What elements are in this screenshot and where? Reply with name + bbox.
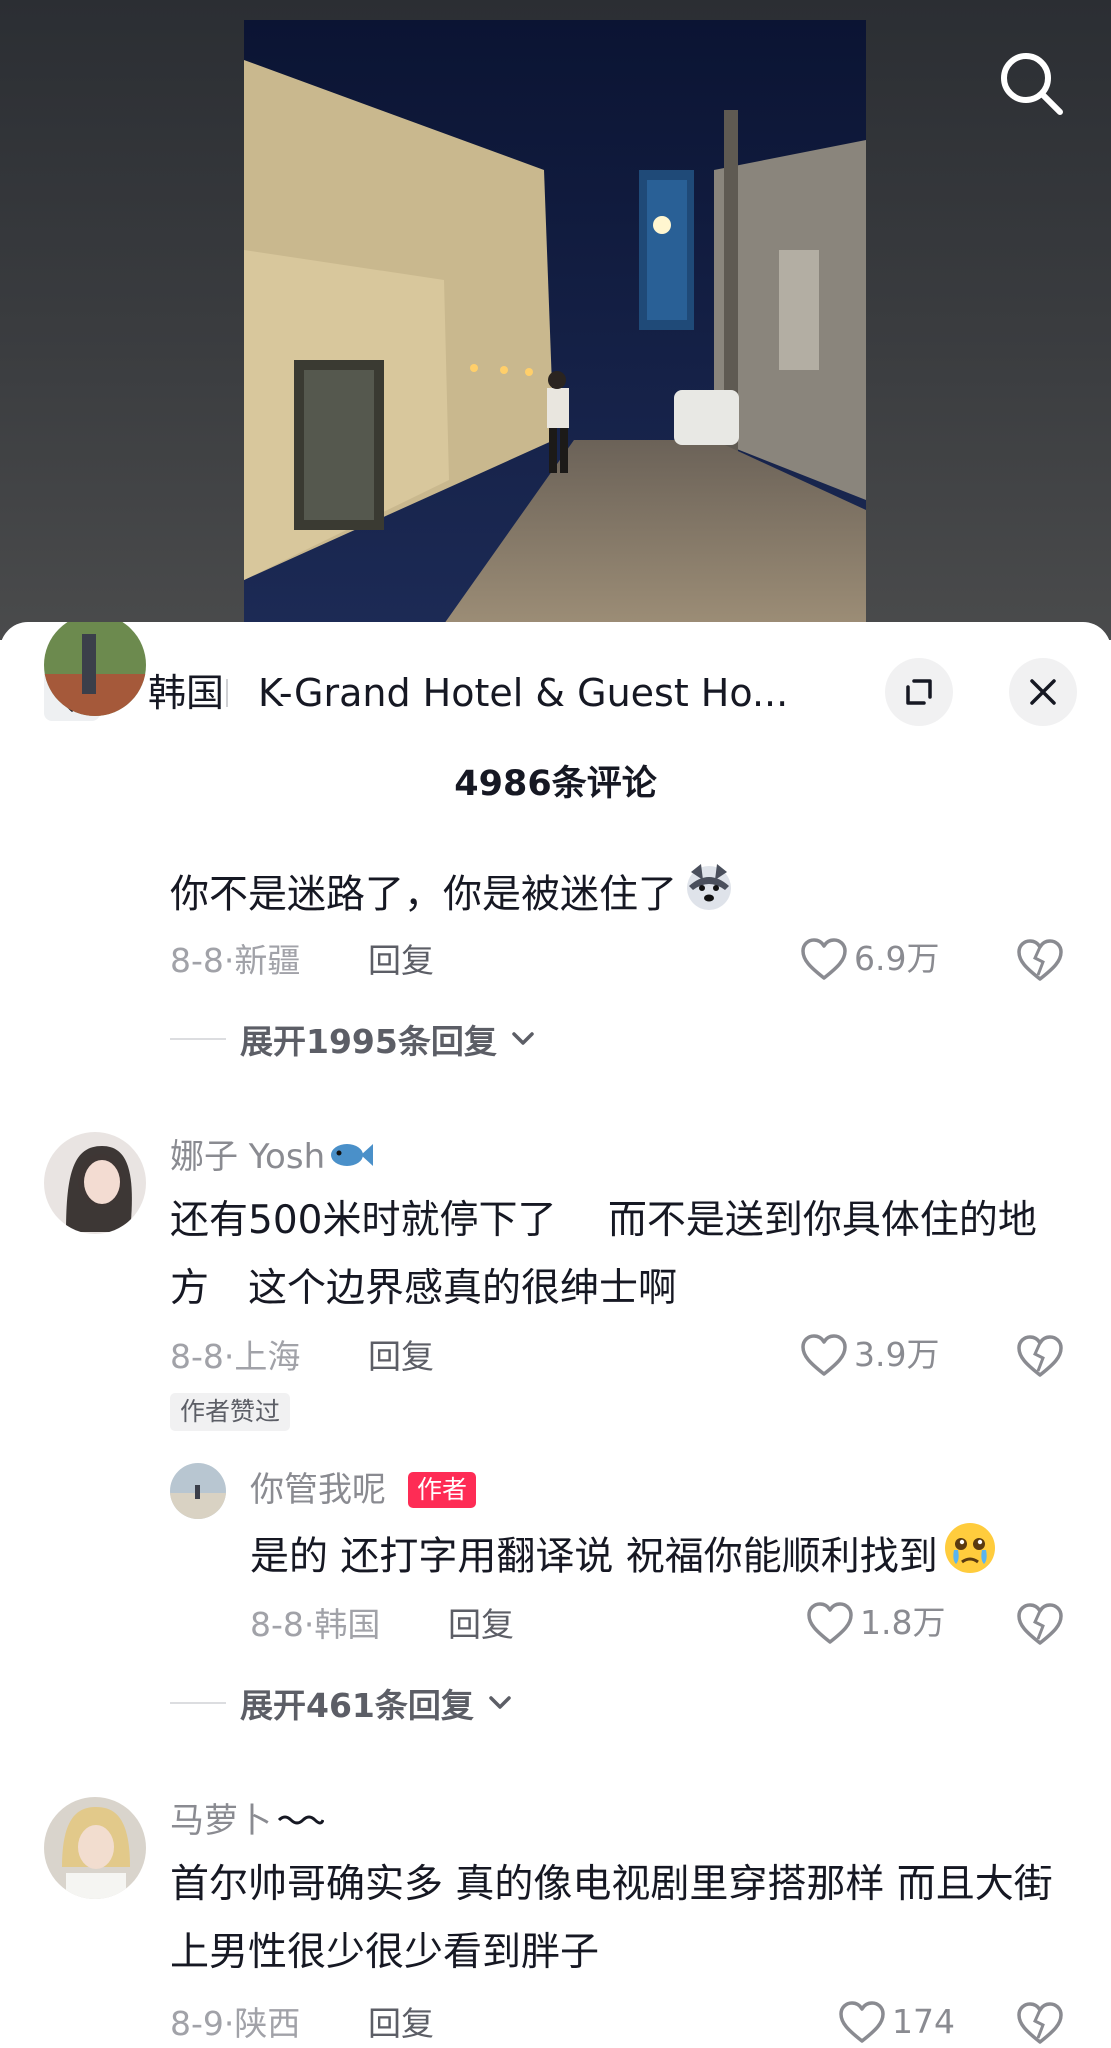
- close-icon: [1030, 679, 1056, 705]
- author-liked-badge: 作者赞过: [170, 1393, 291, 1431]
- reply-username[interactable]: 你管我呢: [250, 1468, 386, 1512]
- like-button[interactable]: 3.9万: [800, 1333, 939, 1377]
- comment-text: 你不是迷路了，你是被迷住了: [170, 858, 1070, 936]
- search-icon: [1001, 53, 1063, 115]
- like-button[interactable]: 1.8万: [806, 1601, 945, 1645]
- avatar[interactable]: [44, 1132, 146, 1234]
- wavy-line-icon: [276, 1801, 325, 1845]
- comment-text: 还有500米时就停下了 而不是送到你具体住的地方 这个边界感真的很绅士啊: [170, 1198, 1037, 1311]
- like-button[interactable]: 174: [838, 2000, 955, 2044]
- expand-replies-button[interactable]: 展开461条回复: [170, 1679, 512, 1727]
- comment-username[interactable]: 马萝卜: [170, 1799, 325, 1845]
- chevron-down-icon: [489, 1696, 511, 1709]
- divider-line: [170, 1038, 226, 1040]
- dislike-button[interactable]: [1016, 1602, 1066, 1652]
- reply-button[interactable]: 回复: [368, 939, 434, 983]
- location-name[interactable]: K-Grand Hotel & Guest Ho...: [258, 669, 798, 717]
- reply-date-region: 8-8·韩国: [250, 1605, 381, 1644]
- fish-emoji-icon: [329, 1137, 374, 1181]
- dislike-button[interactable]: [1016, 938, 1066, 988]
- like-count: 3.9万: [854, 1335, 940, 1374]
- avatar[interactable]: [170, 1463, 226, 1519]
- expand-icon: [906, 679, 932, 705]
- reply-text: 是的 还打字用翻译说 祝福你能顺利找到: [250, 1520, 1050, 1598]
- crying-face-emoji-icon: [942, 1520, 998, 1598]
- reply-button[interactable]: 回复: [368, 1335, 434, 1379]
- comment-text: 首尔帅哥确实多 真的像电视剧里穿搭那样 而且大街上男性很少很少看到胖子: [170, 1862, 1053, 1975]
- comment-count-title: 4986条评论: [454, 764, 657, 804]
- location-bar[interactable]: 韩国 K-Grand Hotel & Guest Ho...: [0, 622, 1111, 762]
- comment-sheet: 韩国 K-Grand Hotel & Guest Ho... 4986条评论 你…: [0, 622, 1111, 2048]
- location-country: 韩国: [148, 671, 225, 715]
- dislike-button[interactable]: [1016, 1334, 1066, 1384]
- like-button[interactable]: 6.9万: [800, 937, 939, 981]
- chevron-down-icon: [512, 1032, 534, 1045]
- broken-heart-icon: [1017, 939, 1063, 981]
- expand-replies-label: 展开461条回复: [240, 1686, 474, 1725]
- dislike-button[interactable]: [1016, 2001, 1066, 2048]
- like-count: 1.8万: [860, 1603, 946, 1642]
- husky-emoji-icon: [681, 858, 737, 936]
- heart-icon: [801, 1334, 847, 1376]
- like-count: 174: [892, 2002, 955, 2041]
- reply-button[interactable]: 回复: [368, 2002, 434, 2046]
- broken-heart-icon: [1017, 1335, 1063, 1377]
- broken-heart-icon: [1017, 2002, 1063, 2044]
- expand-sheet-button[interactable]: [885, 658, 953, 726]
- comment-date-region: 8-8·新疆: [170, 941, 301, 980]
- video-frame[interactable]: [244, 20, 866, 624]
- author-badge: 作者: [408, 1472, 477, 1508]
- comment-date-region: 8-8·上海: [170, 1337, 301, 1376]
- comment-date-region: 8-9·陕西: [170, 2004, 301, 2043]
- search-button[interactable]: [996, 48, 1066, 118]
- divider-line: [170, 1702, 226, 1704]
- close-button[interactable]: [1009, 658, 1077, 726]
- heart-icon: [839, 2001, 885, 2043]
- heart-icon: [807, 1602, 853, 1644]
- location-divider: [226, 679, 228, 707]
- broken-heart-icon: [1017, 1603, 1063, 1645]
- heart-icon: [801, 938, 847, 980]
- comment-username[interactable]: 娜子 Yosh: [170, 1135, 374, 1181]
- reply-button[interactable]: 回复: [448, 1603, 514, 1647]
- avatar[interactable]: [44, 1797, 146, 1899]
- expand-replies-label: 展开1995条回复: [240, 1022, 497, 1061]
- like-count: 6.9万: [854, 939, 940, 978]
- expand-replies-button[interactable]: 展开1995条回复: [170, 1015, 535, 1063]
